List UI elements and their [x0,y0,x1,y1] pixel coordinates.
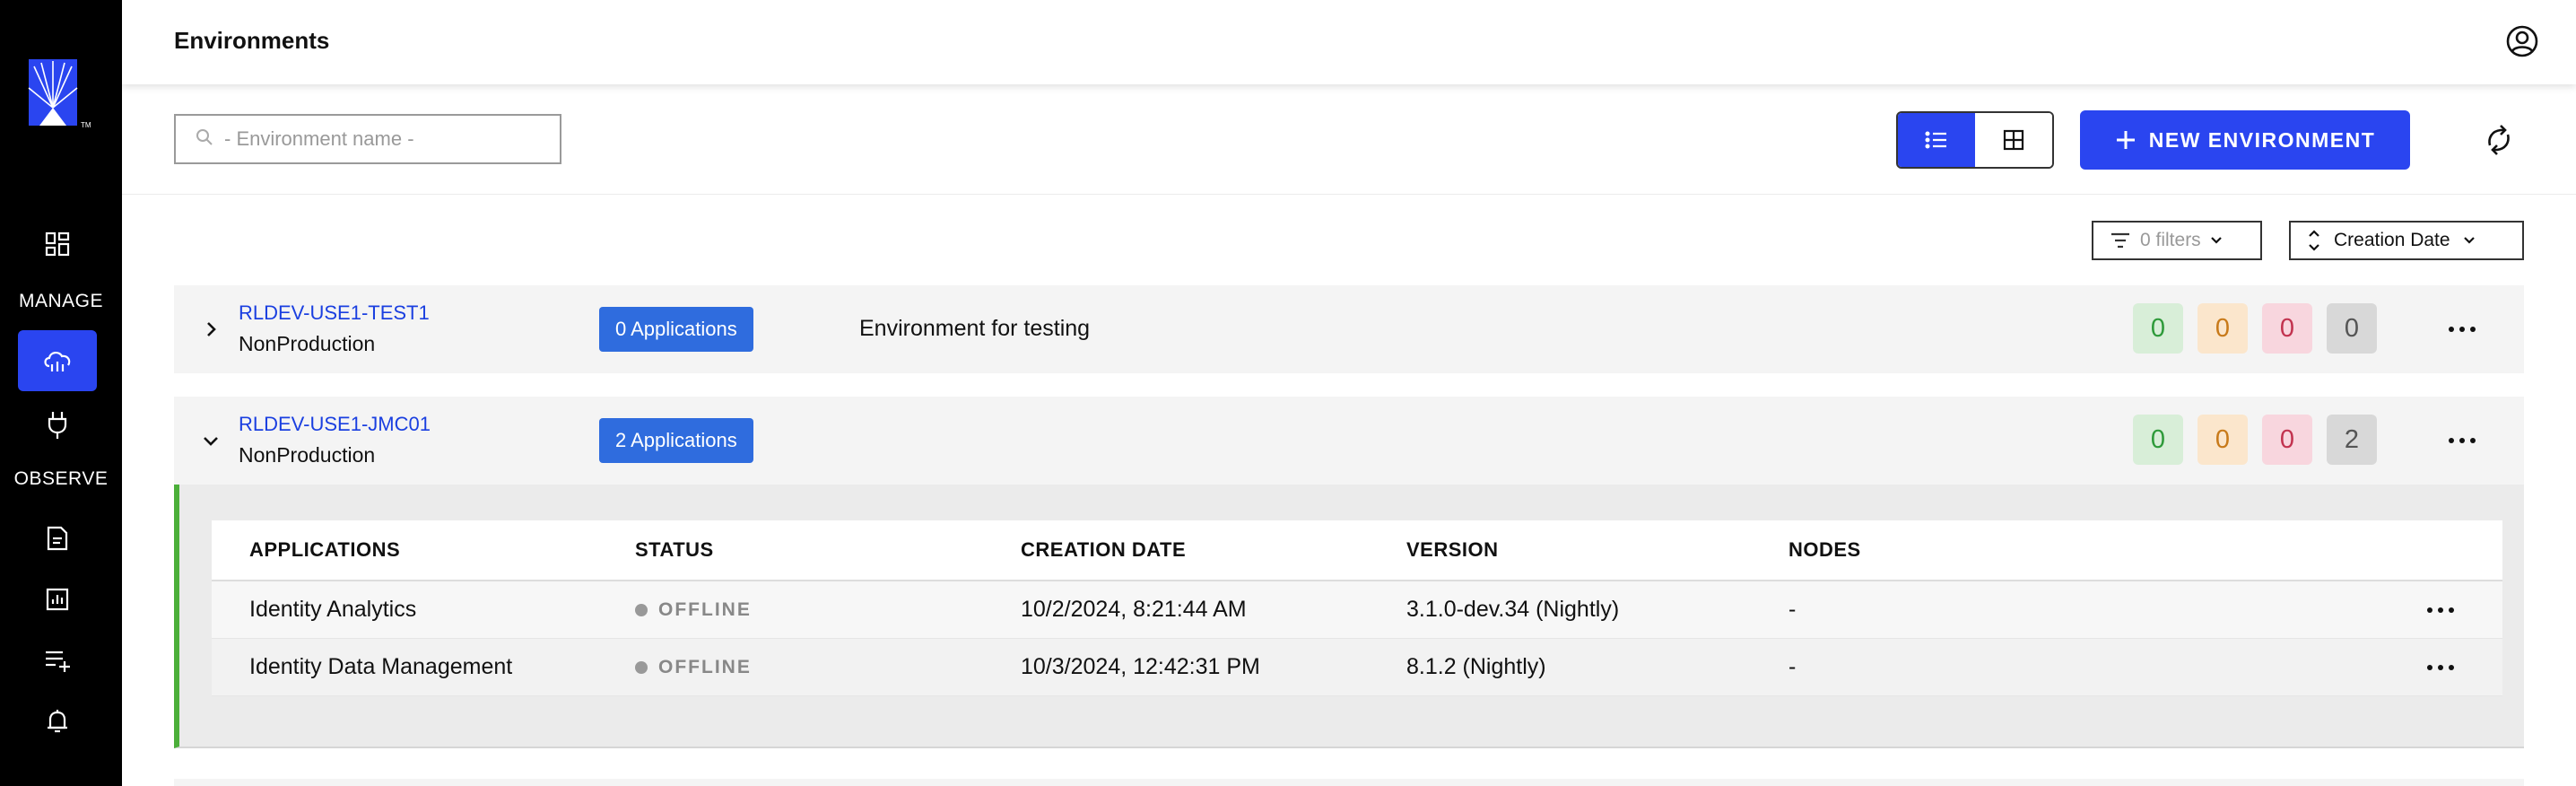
logo[interactable]: TM [27,57,95,135]
expanded-applications-panel: APPLICATIONS STATUS CREATION DATE VERSIO… [174,485,2524,748]
environment-name-link[interactable]: RLDEV-USE1-TEST1 [239,301,430,325]
plus-icon [2116,131,2135,149]
count-grey: 2 [2327,415,2377,465]
more-options-icon[interactable] [2449,318,2476,341]
svg-text:TM: TM [81,121,91,129]
divider [122,194,2576,195]
page-title: Environments [174,27,330,54]
column-header-applications: APPLICATIONS [249,538,401,561]
count-green: 0 [2133,415,2183,465]
list-view-button[interactable] [1898,113,1975,167]
filter-icon [2111,232,2129,249]
dashboard-icon[interactable] [18,214,97,275]
environment-type: NonProduction [239,332,376,355]
add-list-icon[interactable] [18,630,97,691]
cloud-environments-icon[interactable] [18,330,97,391]
chevron-down-icon [2463,237,2475,244]
environment-name-link[interactable]: RLDEV-USE1-JMC01 [239,413,431,436]
document-icon[interactable] [18,508,97,569]
search-box[interactable] [174,114,561,164]
status-badge: OFFLINE [635,599,752,621]
nav-section-manage: MANAGE [18,291,103,311]
count-grey: 0 [2327,303,2377,354]
chart-report-icon[interactable] [18,569,97,630]
count-green: 0 [2133,303,2183,354]
grid-icon [2003,129,2024,151]
sort-icon [2309,230,2319,251]
more-options-icon[interactable] [2449,429,2476,452]
new-environment-label: NEW ENVIRONMENT [2148,127,2376,152]
table-row[interactable]: Identity Analytics OFFLINE 10/2/2024, 8:… [212,581,2502,639]
nav-section-observe: OBSERVE [13,468,109,489]
main-content: NEW ENVIRONMENT 0 filters Creation Date … [122,84,2576,786]
sort-button[interactable]: Creation Date [2289,221,2524,260]
applications-badge[interactable]: 0 Applications [599,307,753,352]
list-icon [1925,131,1946,149]
table-header: APPLICATIONS STATUS CREATION DATE VERSIO… [212,520,2502,581]
chevron-down-icon [2210,237,2222,244]
column-header-version: VERSION [1406,538,1499,561]
more-options-icon[interactable] [2427,656,2454,679]
version: 3.1.0-dev.34 (Nightly) [1406,597,1620,622]
column-header-nodes: NODES [1788,538,1861,561]
nodes: - [1788,597,1797,622]
plug-icon[interactable] [18,395,97,456]
application-name: Identity Data Management [249,654,513,679]
filters-label: 0 filters [2140,230,2201,250]
version: 8.1.2 (Nightly) [1406,654,1546,679]
search-icon [196,128,213,151]
environment-row[interactable]: RLDEV-USE1-JMC01 NonProduction 2 Applica… [174,397,2524,485]
filters-button[interactable]: 0 filters [2092,221,2262,260]
user-profile-icon[interactable] [2504,23,2540,59]
column-header-creation-date: CREATION DATE [1021,538,1187,561]
status-label: OFFLINE [658,656,752,677]
sort-label: Creation Date [2334,230,2450,250]
applications-table: APPLICATIONS STATUS CREATION DATE VERSIO… [212,520,2502,696]
status-badge: OFFLINE [635,657,752,678]
top-bar: Environments [122,0,2576,84]
environment-row[interactable]: RLDEV-USE1-TEST1 NonProduction 0 Applica… [174,285,2524,373]
environment-row-partial [174,779,2524,786]
count-pink: 0 [2262,415,2312,465]
bell-icon[interactable] [18,691,97,752]
status-label: OFFLINE [658,598,752,620]
sidebar: TM MANAGE OBSERVE [0,0,122,786]
count-orange: 0 [2197,415,2248,465]
count-pink: 0 [2262,303,2312,354]
environment-type: NonProduction [239,443,376,467]
status-counts: 0 0 0 0 [2133,303,2377,354]
table-row[interactable]: Identity Data Management OFFLINE 10/3/20… [212,639,2502,696]
view-toggle[interactable] [1896,111,2054,169]
grid-view-button[interactable] [1975,113,2052,167]
creation-date: 10/2/2024, 8:21:44 AM [1021,597,1247,622]
more-options-icon[interactable] [2427,598,2454,622]
applications-badge[interactable]: 2 Applications [599,418,753,463]
chevron-down-icon[interactable] [201,431,221,450]
status-dot [635,660,648,674]
creation-date: 10/3/2024, 12:42:31 PM [1021,654,1260,679]
chevron-right-icon[interactable] [201,319,221,339]
application-name: Identity Analytics [249,597,417,622]
count-orange: 0 [2197,303,2248,354]
column-header-status: STATUS [635,538,714,561]
status-counts: 0 0 0 2 [2133,415,2377,465]
refresh-icon[interactable] [2481,122,2517,158]
nodes: - [1788,654,1797,679]
environment-name-input[interactable] [224,127,529,151]
new-environment-button[interactable]: NEW ENVIRONMENT [2080,110,2410,170]
environment-description: Environment for testing [859,316,1091,341]
status-dot [635,603,648,616]
